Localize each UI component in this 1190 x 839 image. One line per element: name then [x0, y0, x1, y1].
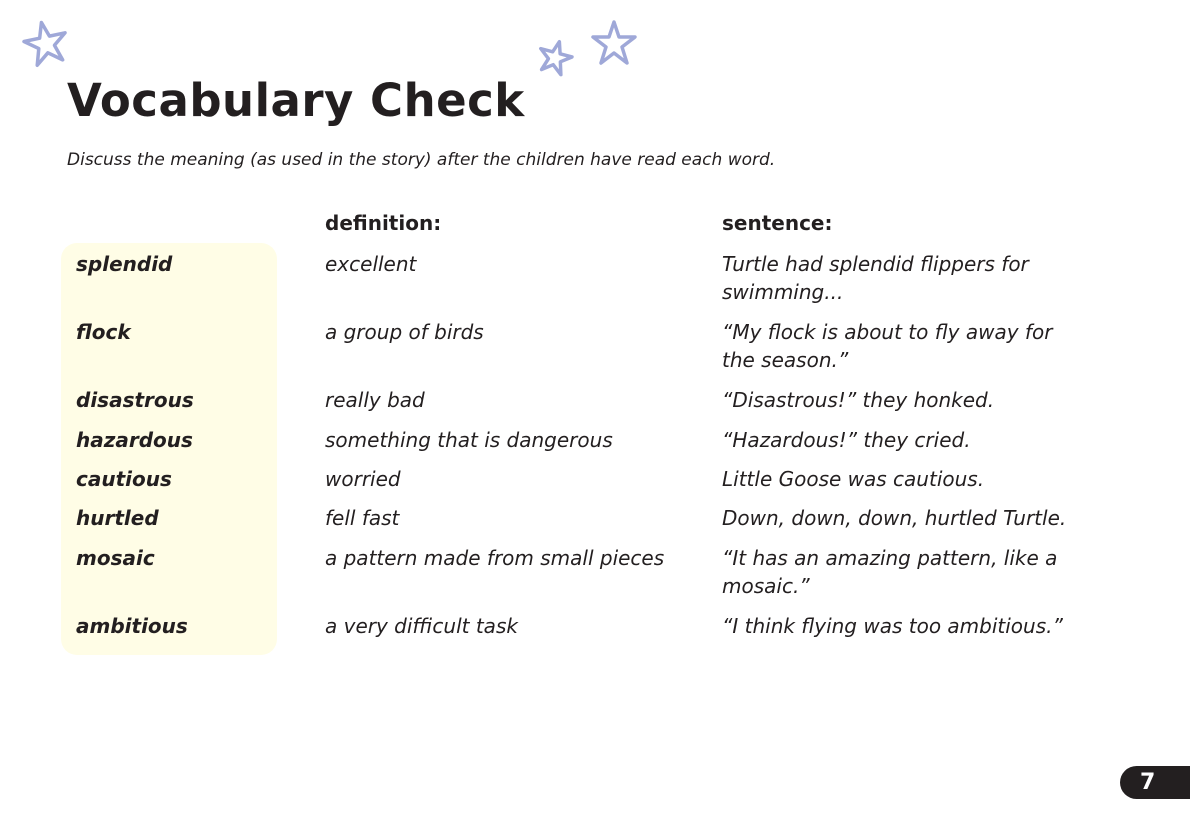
- vocab-sentence: “My flock is about to fly away for the s…: [722, 320, 1053, 372]
- sentence-header: sentence:: [722, 211, 833, 235]
- vocab-sentence: Turtle had splendid flippers for swimmin…: [722, 252, 1029, 304]
- vocab-definition: excellent: [325, 252, 417, 276]
- vocab-sentence: “It has an amazing pattern, like a mosai…: [722, 546, 1058, 598]
- star-icon: [591, 20, 637, 65]
- vocab-definition: something that is dangerous: [325, 428, 613, 452]
- vocab-sentence: “Hazardous!” they cried.: [722, 428, 971, 452]
- page-number: 7: [1120, 766, 1190, 799]
- vocab-definition: really bad: [325, 388, 425, 412]
- vocab-definition: a very difficult task: [325, 614, 518, 638]
- vocab-sentence: “Disastrous!” they honked.: [722, 388, 995, 412]
- vocab-definition: fell fast: [325, 506, 400, 530]
- vocab-definition: a group of birds: [325, 320, 484, 344]
- definition-header: definition:: [325, 211, 442, 235]
- vocab-definition: worried: [325, 467, 401, 491]
- star-icon: [22, 20, 67, 68]
- vocab-sentence: Little Goose was cautious.: [722, 467, 985, 491]
- page-title: Vocabulary Check: [67, 74, 525, 127]
- vocab-definition: a pattern made from small pieces: [325, 546, 665, 570]
- vocab-sentence: “I think flying was too ambitious.”: [722, 614, 1063, 638]
- star-icon: [539, 39, 574, 77]
- instructions: Discuss the meaning (as used in the stor…: [67, 150, 776, 170]
- vocab-sentence: Down, down, down, hurtled Turtle.: [722, 506, 1067, 530]
